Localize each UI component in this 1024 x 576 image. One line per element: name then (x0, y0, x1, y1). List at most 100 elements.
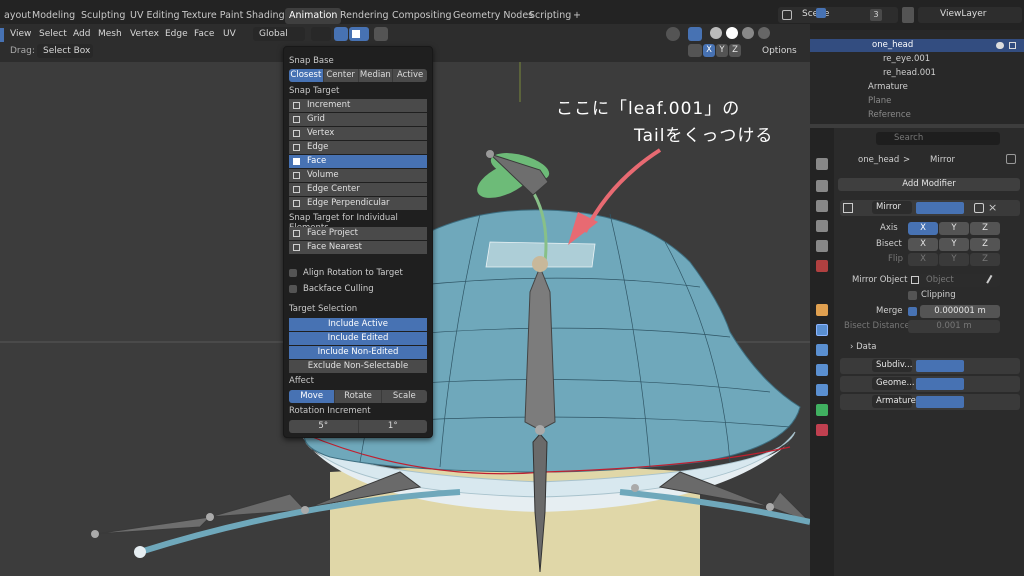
merge-checkbox[interactable] (908, 307, 917, 316)
snap-target-dropdown[interactable] (349, 27, 369, 41)
face-nearest-option[interactable]: Face Nearest (289, 241, 427, 254)
shading-wire-icon[interactable] (710, 27, 722, 39)
constraints-tab-icon[interactable] (816, 384, 828, 396)
material-tab-icon[interactable] (816, 424, 828, 436)
armature-modifier-header[interactable]: Armature (840, 394, 1020, 410)
tab-rendering[interactable]: Rendering (336, 8, 393, 24)
geometry-nodes-visibility-toggles[interactable] (916, 378, 964, 390)
properties-search[interactable]: Search (876, 132, 1000, 145)
include-active-option[interactable]: Include Active (289, 318, 427, 331)
camera-icon[interactable] (1009, 42, 1016, 49)
menu-view[interactable]: View (10, 27, 31, 41)
orientation-dropdown[interactable]: Global (253, 27, 305, 41)
view-layer-selector[interactable]: ViewLayer (918, 7, 1022, 23)
outliner-row-plane[interactable]: Plane (810, 95, 1024, 108)
mirror-options-icon[interactable] (688, 44, 702, 57)
xray-icon[interactable] (688, 27, 702, 41)
shading-rendered-icon[interactable] (758, 27, 770, 39)
snap-target-edge-center[interactable]: Edge Center (289, 183, 427, 196)
mirror-name-field[interactable]: Mirror (872, 201, 912, 214)
affect-rotate[interactable]: Rotate (335, 390, 382, 403)
subdiv-name-field[interactable]: Subdiv... (872, 359, 912, 372)
rotation-increment-coarse[interactable]: 5° (289, 420, 359, 433)
tab-uv-editing[interactable]: UV Editing (126, 8, 184, 24)
outliner-row-armature[interactable]: Armature (810, 81, 1024, 94)
data-subpanel[interactable]: › Data (850, 341, 876, 354)
snap-target-volume[interactable]: Volume (289, 169, 427, 182)
geometry-nodes-modifier-header[interactable]: Geome... (840, 376, 1020, 392)
armature-visibility-toggles[interactable] (916, 396, 964, 408)
menu-select[interactable]: Select (39, 27, 67, 41)
include-edited-option[interactable]: Include Edited (289, 332, 427, 345)
mirror-y-toggle[interactable]: Y (716, 44, 728, 57)
falloff-icon[interactable] (390, 27, 404, 41)
snap-target-face[interactable]: Face (289, 155, 427, 168)
tab-shading[interactable]: Shading (242, 8, 289, 24)
data-tab-icon[interactable] (816, 404, 828, 416)
axis-x-toggle[interactable]: X (908, 222, 938, 235)
snap-target-vertex[interactable]: Vertex (289, 127, 427, 140)
object-tab-icon[interactable] (816, 304, 828, 316)
bisect-distance-field[interactable]: 0.001 m (908, 320, 1000, 333)
affect-move[interactable]: Move (289, 390, 336, 403)
menu-vertex[interactable]: Vertex (130, 27, 159, 41)
pivot-point-icon[interactable] (311, 27, 331, 41)
menu-mesh[interactable]: Mesh (98, 27, 122, 41)
view-layer-tab-icon[interactable] (816, 220, 828, 232)
tab-geometry-nodes[interactable]: Geometry Nodes (449, 8, 537, 24)
eye-icon[interactable] (996, 42, 1004, 49)
snap-target-edge[interactable]: Edge (289, 141, 427, 154)
include-non-edited-option[interactable]: Include Non-Edited (289, 346, 427, 359)
backface-culling-checkbox[interactable]: Backface Culling (289, 283, 374, 295)
drag-dropdown[interactable]: Select Box (37, 44, 93, 58)
snap-base-median[interactable]: Median (359, 69, 394, 82)
pin-icon[interactable] (1006, 154, 1016, 164)
outliner-row-reference[interactable]: Reference (810, 109, 1024, 122)
particles-tab-icon[interactable] (816, 344, 828, 356)
physics-tab-icon[interactable] (816, 364, 828, 376)
tab-sculpting[interactable]: Sculpting (77, 8, 129, 24)
axis-y-toggle[interactable]: Y (939, 222, 969, 235)
snap-target-grid[interactable]: Grid (289, 113, 427, 126)
align-rotation-checkbox[interactable]: Align Rotation to Target (289, 267, 403, 279)
scene-selector[interactable]: Scene 3 (778, 7, 898, 23)
modifier-tab-icon[interactable] (816, 324, 828, 336)
outliner-editor-icon[interactable] (816, 8, 826, 18)
subdiv-visibility-toggles[interactable] (916, 360, 964, 372)
menu-uv[interactable]: UV (223, 27, 236, 41)
exclude-non-selectable-option[interactable]: Exclude Non-Selectable (289, 360, 427, 373)
subdiv-modifier-header[interactable]: Subdiv... (840, 358, 1020, 374)
flip-x-toggle[interactable]: X (908, 253, 938, 266)
outliner-row-re-head[interactable]: re_head.001 (810, 67, 1024, 80)
mirror-visibility-toggles[interactable] (916, 202, 964, 214)
shading-solid-icon[interactable] (726, 27, 738, 39)
face-project-option[interactable]: Face Project (289, 227, 427, 240)
merge-distance-field[interactable]: 0.000001 m (920, 305, 1000, 318)
add-workspace-button[interactable]: + (569, 8, 585, 24)
snap-target-edge-perpendicular[interactable]: Edge Perpendicular (289, 197, 427, 210)
world-tab-icon[interactable] (816, 260, 828, 272)
proportional-edit-icon[interactable] (374, 27, 388, 41)
add-modifier-button[interactable]: Add Modifier (838, 178, 1020, 191)
geometry-nodes-name-field[interactable]: Geome... (872, 377, 915, 390)
menu-add[interactable]: Add (73, 27, 90, 41)
flip-y-toggle[interactable]: Y (939, 253, 969, 266)
outliner-row-one-head[interactable]: one_head (810, 39, 1024, 52)
tab-animation[interactable]: Animation (285, 8, 342, 24)
scene-tab-icon[interactable] (816, 240, 828, 252)
bisect-y-toggle[interactable]: Y (939, 238, 969, 251)
axis-z-toggle[interactable]: Z (970, 222, 1000, 235)
snap-base-active[interactable]: Active (393, 69, 427, 82)
outliner-row-re-eye[interactable]: re_eye.001 (810, 53, 1024, 66)
render-tab-icon[interactable] (816, 180, 828, 192)
tab-modeling[interactable]: Modeling (28, 8, 79, 24)
shading-material-icon[interactable] (742, 27, 754, 39)
tab-texture-paint[interactable]: Texture Paint (178, 8, 247, 24)
overlay-icon[interactable] (666, 27, 680, 41)
bisect-z-toggle[interactable]: Z (970, 238, 1000, 251)
tab-compositing[interactable]: Compositing (388, 8, 456, 24)
clipping-checkbox[interactable] (908, 291, 917, 300)
menu-edge[interactable]: Edge (165, 27, 188, 41)
affect-scale[interactable]: Scale (382, 390, 427, 403)
mirror-z-toggle[interactable]: Z (729, 44, 741, 57)
